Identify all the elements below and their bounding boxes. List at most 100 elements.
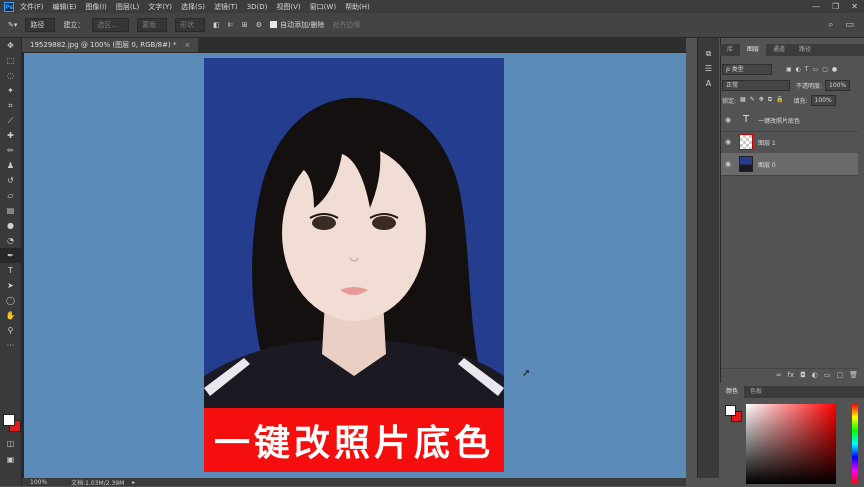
build-label: 建立： bbox=[63, 21, 85, 29]
path-operations-icon[interactable]: ◧ bbox=[213, 21, 220, 29]
filter-icons[interactable]: ▣◐T▭▢● bbox=[786, 66, 841, 73]
menu-file[interactable]: 文件(F) bbox=[20, 2, 44, 12]
gradient-tool-icon[interactable]: ▤ bbox=[0, 203, 21, 218]
gear-icon[interactable]: ⚙ bbox=[256, 21, 262, 29]
menu-view[interactable]: 视图(V) bbox=[276, 2, 300, 12]
crop-tool-icon[interactable]: ⌗ bbox=[0, 98, 21, 113]
layer-name[interactable]: 一键改照片底色 bbox=[758, 116, 800, 125]
more-tools-icon[interactable]: ··· bbox=[0, 338, 21, 353]
blur-tool-icon[interactable]: ● bbox=[0, 218, 21, 233]
menu-image[interactable]: 图像(I) bbox=[85, 2, 107, 12]
panel-foreground-swatch[interactable] bbox=[725, 405, 736, 416]
options-bar: ✎▾ 路径 建立： 选区... 蒙版 形状 ◧ ⊫ ⊞ ⚙ 自动添加/删除 对齐… bbox=[0, 13, 864, 38]
menu-window[interactable]: 窗口(W) bbox=[310, 2, 336, 12]
quick-select-tool-icon[interactable]: ✦ bbox=[0, 83, 21, 98]
properties-panel-icon[interactable]: ☰ bbox=[698, 61, 719, 76]
layer-row[interactable]: ◉ T 一键改照片底色 bbox=[721, 109, 858, 132]
close-tab-icon[interactable]: × bbox=[184, 41, 190, 49]
zoom-tool-icon[interactable]: ⚲ bbox=[0, 323, 21, 338]
eye-icon[interactable]: ◉ bbox=[721, 116, 735, 124]
layer-name[interactable]: 图层 1 bbox=[758, 138, 776, 147]
healing-brush-tool-icon[interactable]: ✚ bbox=[0, 128, 21, 143]
eyedropper-tool-icon[interactable]: ⟋ bbox=[0, 113, 21, 128]
path-arrangement-icon[interactable]: ⊞ bbox=[242, 21, 248, 29]
tab-channels[interactable]: 通道 bbox=[766, 44, 792, 56]
opacity-input[interactable]: 100% bbox=[825, 79, 851, 91]
quick-mask-icon[interactable]: ◫ bbox=[0, 436, 21, 451]
clone-stamp-tool-icon[interactable]: ♟ bbox=[0, 158, 21, 173]
color-swatches[interactable] bbox=[3, 414, 21, 432]
eye-icon[interactable]: ◉ bbox=[721, 138, 735, 146]
document-image[interactable]: 一键改照片底色 bbox=[204, 58, 504, 472]
path-selection-tool-icon[interactable]: ➤ bbox=[0, 278, 21, 293]
auto-add-delete-checkbox[interactable]: 自动添加/删除 bbox=[269, 20, 325, 30]
pen-mode-select[interactable]: 路径 bbox=[25, 18, 56, 32]
layer-row[interactable]: ◉ 图层 1 bbox=[721, 131, 858, 154]
layer-filter-select[interactable]: ρ 类型 bbox=[722, 63, 772, 75]
hand-tool-icon[interactable]: ✋ bbox=[0, 308, 21, 323]
dodge-tool-icon[interactable]: ◔ bbox=[0, 233, 21, 248]
menu-3d[interactable]: 3D(D) bbox=[247, 3, 268, 11]
new-layer-icon[interactable]: ▢ bbox=[836, 371, 843, 379]
restore-button[interactable]: ❐ bbox=[832, 2, 839, 11]
shape-tool-icon[interactable]: ◯ bbox=[0, 293, 21, 308]
align-edges-checkbox[interactable]: 对齐边缘 bbox=[332, 20, 360, 30]
type-tool-icon[interactable]: T bbox=[0, 263, 21, 278]
fill-label: 填充: bbox=[793, 97, 808, 105]
new-group-icon[interactable]: ▭ bbox=[824, 371, 831, 379]
tab-swatches[interactable]: 色板 bbox=[744, 386, 768, 398]
tab-library[interactable]: 库 bbox=[720, 44, 740, 56]
brush-tool-icon[interactable]: ✏ bbox=[0, 143, 21, 158]
document-tab[interactable]: 19529882.jpg @ 100% (图层 0, RGB/8#) * × bbox=[22, 38, 199, 52]
path-alignment-icon[interactable]: ⊫ bbox=[228, 21, 234, 29]
minimize-button[interactable]: — bbox=[812, 2, 820, 11]
history-panel-icon[interactable]: ⧉ bbox=[698, 46, 719, 61]
character-panel-icon[interactable]: A bbox=[698, 76, 719, 91]
tab-paths[interactable]: 路径 bbox=[792, 44, 818, 56]
layer-style-icon[interactable]: fx bbox=[788, 371, 795, 379]
color-panel-tabs: 颜色 色板 bbox=[720, 386, 864, 398]
move-tool-icon[interactable]: ✥ bbox=[0, 38, 21, 53]
layer-name[interactable]: 图层 0 bbox=[758, 160, 776, 169]
menu-filter[interactable]: 滤镜(T) bbox=[214, 2, 238, 12]
adjustment-layer-icon[interactable]: ◐ bbox=[812, 371, 818, 379]
blend-mode-select[interactable]: 正常 bbox=[722, 79, 790, 91]
workspace-icon[interactable]: ▭ bbox=[845, 20, 854, 30]
lock-icons[interactable]: ▦✎✥⧉🔒 bbox=[740, 96, 787, 104]
tab-layers[interactable]: 图层 bbox=[740, 44, 767, 56]
lasso-tool-icon[interactable]: ◌ bbox=[0, 68, 21, 83]
make-mask-button[interactable]: 蒙版 bbox=[137, 18, 168, 32]
layer-row[interactable]: ◉ 图层 0 bbox=[721, 153, 858, 176]
auto-add-delete-label: 自动添加/删除 bbox=[279, 21, 325, 29]
menu-type[interactable]: 文字(Y) bbox=[148, 2, 172, 12]
document-tab-title: 19529882.jpg @ 100% (图层 0, RGB/8#) * bbox=[30, 41, 177, 49]
tab-color[interactable]: 颜色 bbox=[720, 386, 745, 398]
cursor-icon: ➚ bbox=[522, 368, 531, 379]
status-arrow-icon[interactable]: ▸ bbox=[132, 479, 135, 486]
menu-edit[interactable]: 编辑(E) bbox=[53, 2, 77, 12]
menu-select[interactable]: 选择(S) bbox=[181, 2, 205, 12]
add-mask-icon[interactable]: ◘ bbox=[800, 371, 806, 379]
close-window-button[interactable]: ✕ bbox=[851, 2, 858, 11]
text-layer-thumb: T bbox=[742, 114, 750, 125]
history-brush-tool-icon[interactable]: ↺ bbox=[0, 173, 21, 188]
menu-help[interactable]: 帮助(H) bbox=[345, 2, 370, 12]
eraser-tool-icon[interactable]: ▱ bbox=[0, 188, 21, 203]
hue-slider[interactable] bbox=[852, 404, 858, 484]
pen-tool-icon[interactable]: ✒ bbox=[0, 248, 21, 263]
make-selection-button[interactable]: 选区... bbox=[92, 18, 130, 32]
search-icon[interactable]: ⌕ bbox=[828, 20, 833, 30]
color-picker-field[interactable] bbox=[746, 404, 836, 484]
zoom-level[interactable]: 100% bbox=[30, 479, 47, 486]
fill-input[interactable]: 100% bbox=[810, 94, 836, 106]
delete-layer-icon[interactable]: 🗑 bbox=[849, 371, 858, 379]
pen-tool-preset-icon[interactable]: ✎▾ bbox=[8, 21, 17, 29]
foreground-color-swatch[interactable] bbox=[3, 414, 15, 426]
lock-row: 锁定: ▦✎✥⧉🔒 填充: 100% bbox=[722, 94, 860, 106]
eye-icon[interactable]: ◉ bbox=[721, 160, 735, 168]
marquee-tool-icon[interactable]: ⬚ bbox=[0, 53, 21, 68]
link-layers-icon[interactable]: ∞ bbox=[776, 371, 782, 379]
make-shape-button[interactable]: 形状 bbox=[175, 18, 206, 32]
screen-mode-icon[interactable]: ▣ bbox=[0, 452, 21, 467]
menu-layer[interactable]: 图层(L) bbox=[116, 2, 139, 12]
